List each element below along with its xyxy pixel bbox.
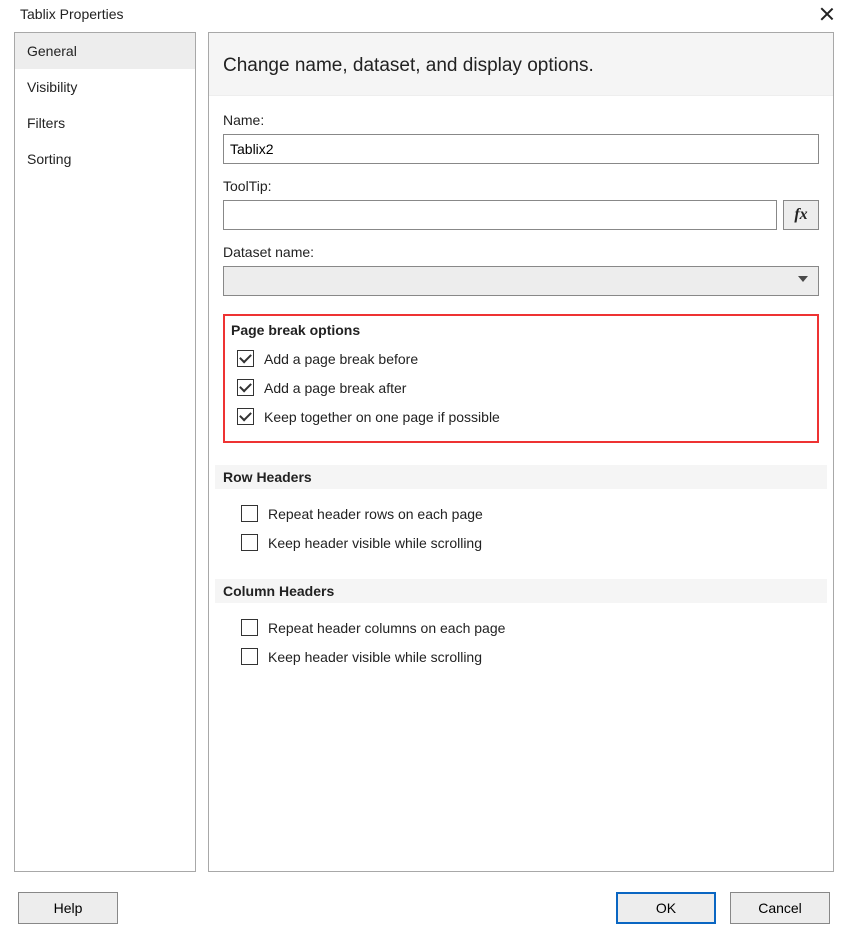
name-label: Name: — [223, 112, 819, 128]
sidebar-item-general[interactable]: General — [15, 33, 195, 69]
checkbox-row[interactable]: Repeat header columns on each page — [223, 613, 819, 642]
checkbox-page-break-before[interactable] — [237, 350, 254, 367]
checkbox-keep-together[interactable] — [237, 408, 254, 425]
checkbox-label: Add a page break after — [264, 380, 406, 396]
checkbox-row[interactable]: Add a page break before — [231, 344, 811, 373]
checkbox-label: Keep together on one page if possible — [264, 409, 500, 425]
sidebar-item-filters[interactable]: Filters — [15, 105, 195, 141]
cancel-button[interactable]: Cancel — [730, 892, 830, 924]
checkbox-label: Keep header visible while scrolling — [268, 649, 482, 665]
main-panel: Change name, dataset, and display option… — [208, 32, 834, 872]
sidebar-item-label: Visibility — [27, 79, 77, 95]
main-content: Name: ToolTip: fx Dataset name: Page bre… — [209, 96, 833, 681]
sidebar-item-visibility[interactable]: Visibility — [15, 69, 195, 105]
checkbox-row[interactable]: Repeat header rows on each page — [223, 499, 819, 528]
checkbox-row[interactable]: Keep header visible while scrolling — [223, 528, 819, 557]
tooltip-input[interactable] — [223, 200, 777, 230]
checkbox-row[interactable]: Keep header visible while scrolling — [223, 642, 819, 671]
checkbox-label: Add a page break before — [264, 351, 418, 367]
dataset-dropdown[interactable] — [223, 266, 819, 296]
name-input[interactable] — [223, 134, 819, 164]
checkbox-row[interactable]: Add a page break after — [231, 373, 811, 402]
main-heading: Change name, dataset, and display option… — [209, 33, 833, 96]
checkbox-row[interactable]: Keep together on one page if possible — [231, 402, 811, 431]
fx-icon: fx — [794, 206, 807, 224]
chevron-down-icon — [798, 276, 808, 282]
sidebar-item-sorting[interactable]: Sorting — [15, 141, 195, 177]
column-headers-section: Column Headers Repeat header columns on … — [223, 579, 819, 671]
sidebar: General Visibility Filters Sorting — [14, 32, 196, 872]
checkbox-label: Repeat header columns on each page — [268, 620, 505, 636]
body-area: General Visibility Filters Sorting Chang… — [0, 32, 848, 872]
checkbox-label: Keep header visible while scrolling — [268, 535, 482, 551]
dataset-label: Dataset name: — [223, 244, 819, 260]
page-break-highlight: Page break options Add a page break befo… — [223, 314, 819, 443]
checkbox-label: Repeat header rows on each page — [268, 506, 483, 522]
expression-button[interactable]: fx — [783, 200, 819, 230]
column-headers-title: Column Headers — [215, 579, 827, 603]
sidebar-item-label: Filters — [27, 115, 65, 131]
help-button[interactable]: Help — [18, 892, 118, 924]
titlebar: Tablix Properties — [0, 0, 848, 32]
tooltip-label: ToolTip: — [223, 178, 819, 194]
checkbox-keep-header-visible-cols[interactable] — [241, 648, 258, 665]
row-headers-section: Row Headers Repeat header rows on each p… — [223, 465, 819, 557]
checkbox-repeat-header-cols[interactable] — [241, 619, 258, 636]
window-title: Tablix Properties — [20, 6, 124, 22]
checkbox-keep-header-visible-rows[interactable] — [241, 534, 258, 551]
sidebar-item-label: General — [27, 43, 77, 59]
row-headers-title: Row Headers — [215, 465, 827, 489]
checkbox-page-break-after[interactable] — [237, 379, 254, 396]
page-break-title: Page break options — [231, 322, 811, 340]
checkbox-repeat-header-rows[interactable] — [241, 505, 258, 522]
sidebar-item-label: Sorting — [27, 151, 71, 167]
ok-button[interactable]: OK — [616, 892, 716, 924]
close-icon[interactable] — [820, 7, 834, 21]
footer: Help OK Cancel — [0, 892, 848, 924]
